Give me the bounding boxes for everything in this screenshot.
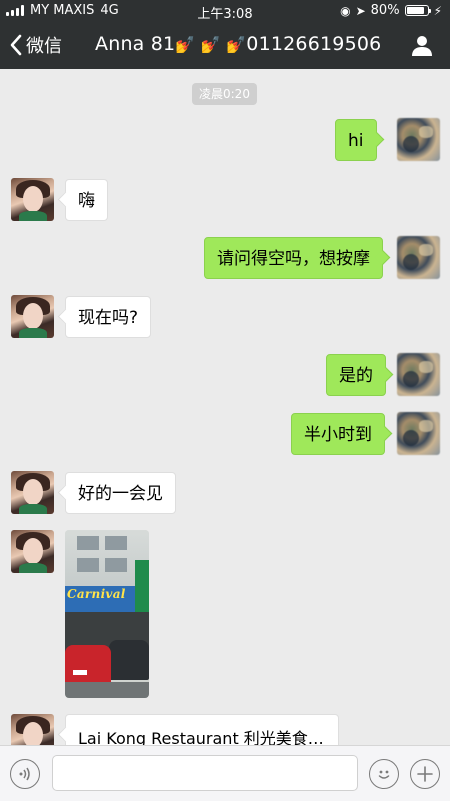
contact-avatar[interactable] bbox=[11, 295, 54, 338]
location-card-message[interactable]: Lai Kong Restaurant 利光美食… bbox=[65, 714, 339, 745]
time-separator: 凌晨0:20 bbox=[192, 83, 257, 105]
voice-icon bbox=[19, 767, 30, 781]
top-bar: MY MAXIS 4G 上午3:08 ◉ ➤ 80% ⚡ 微信 Anna 81💅… bbox=[0, 0, 450, 69]
contact-name: Anna 81 bbox=[95, 33, 176, 55]
voice-button[interactable] bbox=[10, 759, 40, 789]
contact-avatar[interactable] bbox=[11, 471, 54, 514]
contact-avatar[interactable] bbox=[11, 530, 54, 573]
nav-bar: 微信 Anna 81💅 💅 💅01126619506 bbox=[0, 22, 450, 69]
location-card-title: Lai Kong Restaurant 利光美食… bbox=[78, 729, 324, 745]
back-label: 微信 bbox=[26, 36, 62, 57]
status-bar: MY MAXIS 4G 上午3:08 ◉ ➤ 80% ⚡ bbox=[0, 0, 450, 22]
location-icon: ➤ bbox=[355, 3, 366, 18]
my-avatar[interactable] bbox=[397, 118, 440, 161]
battery-icon bbox=[404, 5, 431, 16]
contact-emojis: 💅 💅 💅 bbox=[175, 35, 247, 54]
storefront-sign: Carnival bbox=[65, 586, 135, 612]
message-bubble-outgoing[interactable]: hi bbox=[335, 119, 377, 161]
message-bubble-outgoing[interactable]: 请问得空吗，想按摩 bbox=[204, 237, 383, 279]
message-bubble-incoming[interactable]: 现在吗? bbox=[65, 296, 152, 338]
contact-title: Anna 81💅 💅 💅01126619506 bbox=[95, 33, 381, 55]
person-icon[interactable] bbox=[410, 33, 434, 57]
message-input[interactable] bbox=[52, 755, 358, 791]
my-avatar[interactable] bbox=[397, 412, 440, 455]
contact-avatar[interactable] bbox=[11, 178, 54, 221]
message-bubble-incoming[interactable]: 嗨 bbox=[65, 179, 108, 221]
image-message[interactable]: Carnival bbox=[65, 530, 149, 698]
orientation-lock-icon: ◉ bbox=[340, 3, 351, 18]
emoji-icon bbox=[378, 770, 390, 779]
plus-icon bbox=[417, 766, 433, 782]
contact-avatar[interactable] bbox=[11, 714, 54, 745]
battery-percent: 80% bbox=[370, 3, 400, 18]
input-bar bbox=[0, 745, 450, 801]
my-avatar[interactable] bbox=[397, 353, 440, 396]
message-bubble-outgoing[interactable]: 半小时到 bbox=[291, 413, 385, 455]
status-right: ◉ ➤ 80% ⚡ bbox=[340, 3, 442, 18]
contact-phone: 01126619506 bbox=[246, 33, 382, 55]
charging-icon: ⚡ bbox=[433, 3, 442, 18]
message-bubble-incoming[interactable]: 好的一会见 bbox=[65, 472, 176, 514]
emoji-button[interactable] bbox=[369, 759, 399, 789]
more-button[interactable] bbox=[410, 759, 440, 789]
message-bubble-outgoing[interactable]: 是的 bbox=[326, 354, 386, 396]
chevron-left-icon bbox=[10, 34, 22, 56]
back-button[interactable]: 微信 bbox=[8, 32, 62, 58]
my-avatar[interactable] bbox=[397, 236, 440, 279]
chat-area[interactable]: 凌晨0:20 hi 嗨 请问得空吗，想按摩 现在吗? 是的 半小时到 好的一会见… bbox=[0, 69, 450, 745]
